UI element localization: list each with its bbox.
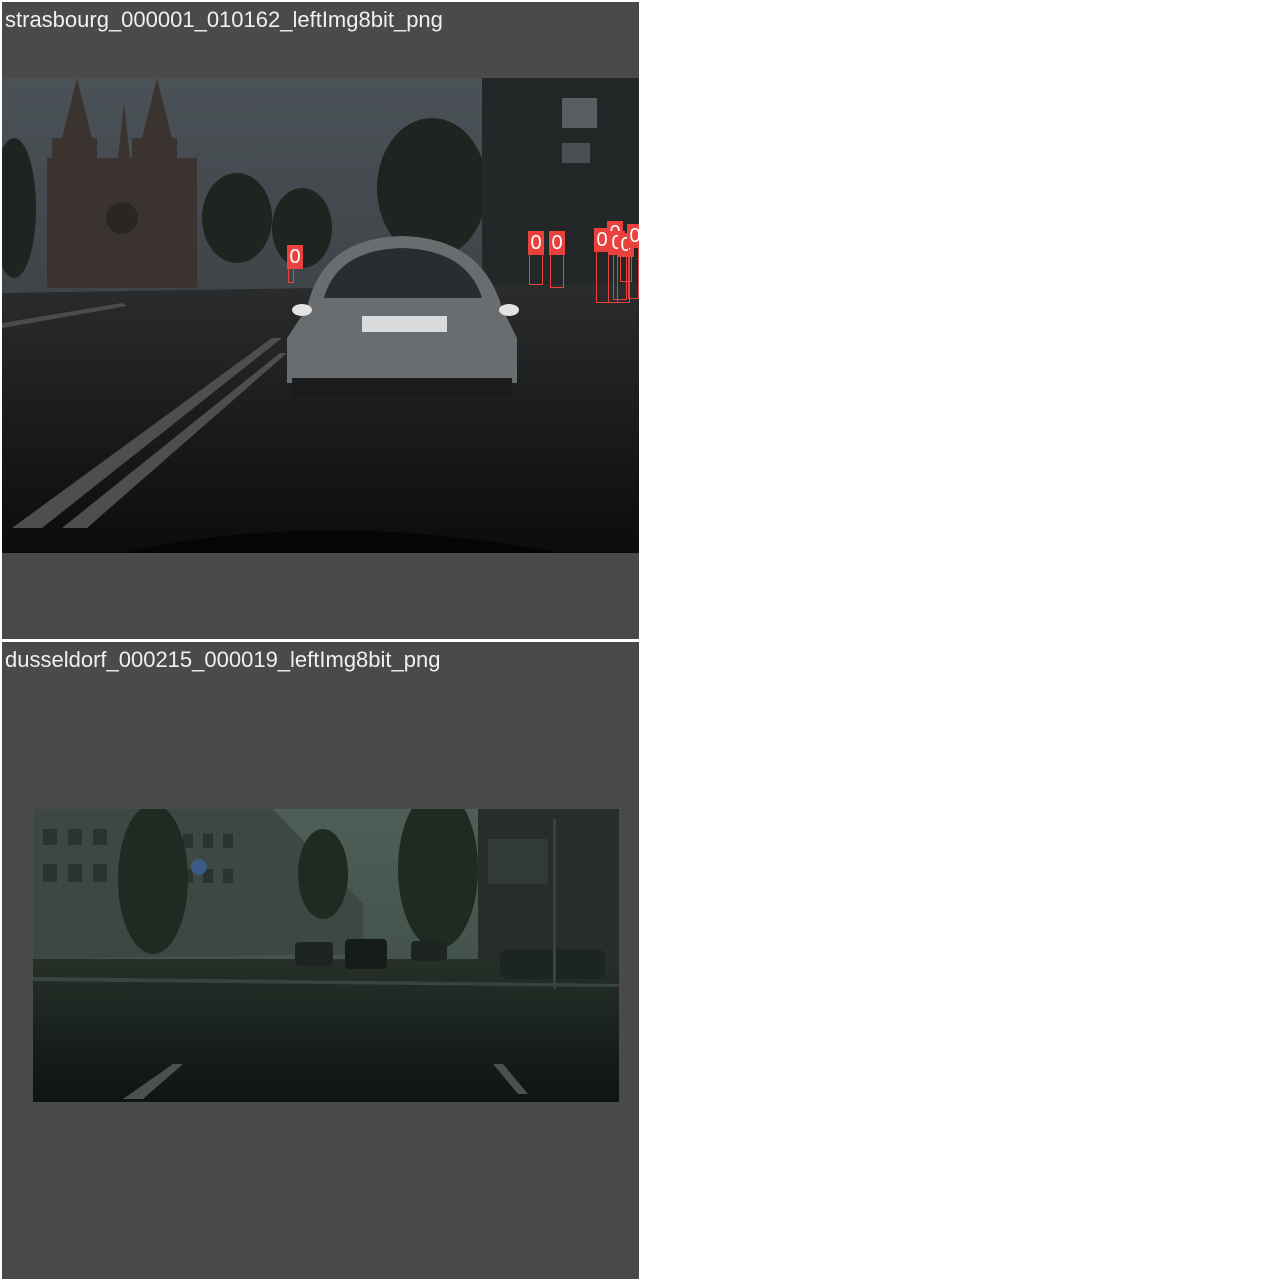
street-photo-strasbourg — [2, 78, 639, 553]
detection-label: 0 — [528, 231, 544, 255]
image-panel-dusseldorf: dusseldorf_000215_000019_leftImg8bit_png — [2, 642, 639, 1279]
panel-title: dusseldorf_000215_000019_leftImg8bit_png — [5, 647, 441, 672]
detection-box — [550, 252, 564, 288]
detection-box — [529, 252, 543, 285]
detection-label: 0 — [549, 231, 565, 255]
street-photo-dusseldorf — [33, 809, 619, 1102]
panel-title: strasbourg_000001_010162_leftImg8bit_png — [5, 7, 443, 32]
image-panel-strasbourg: strasbourg_000001_010162_leftImg8bit_png — [2, 2, 639, 639]
detection-label: 0 — [627, 224, 639, 248]
detection-box — [628, 247, 639, 299]
detection-label: 0 — [287, 245, 303, 269]
